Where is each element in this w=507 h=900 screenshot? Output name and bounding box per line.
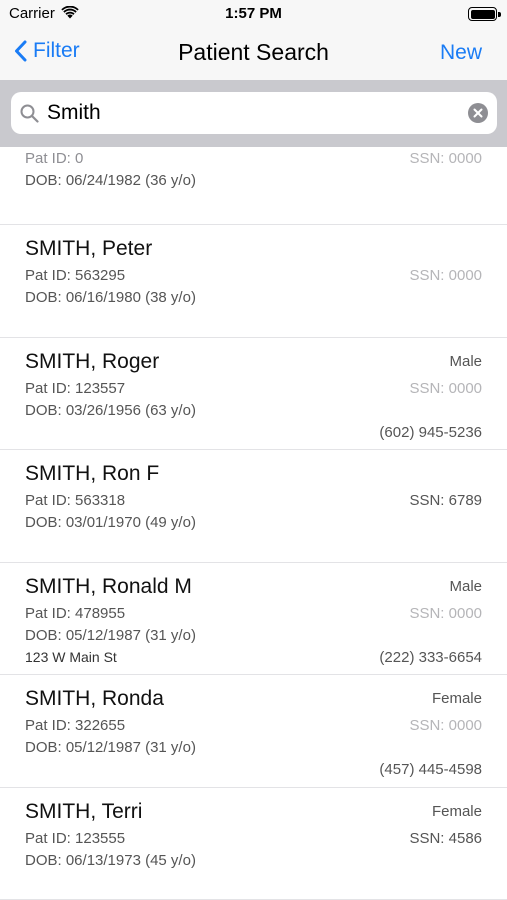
page-title: Patient Search <box>178 39 329 65</box>
patient-id: Pat ID: 563318 <box>25 492 126 509</box>
patient-name: SMITH, Peter <box>25 237 153 260</box>
patient-dob: DOB: 05/12/1987 (31 y/o) <box>25 626 196 644</box>
patient-id: Pat ID: 478955 <box>25 604 126 622</box>
patient-gender: Female <box>431 802 482 820</box>
patient-gender: Male <box>449 352 482 370</box>
patient-name: SMITH, Ron F <box>25 462 160 485</box>
search-field[interactable] <box>11 92 497 134</box>
patient-row[interactable]: SMITH, Terri Pat ID: 123555 DOB: 06/13/197… <box>0 788 507 900</box>
status-time: 1:57 PM <box>225 5 282 22</box>
patient-row[interactable]: SMITH, Ron F Pat ID: 563318 DOB: 03/01/197… <box>0 450 507 563</box>
patient-name: SMITH, Roger <box>25 349 160 373</box>
patient-rows: SMITH, Peter Pat ID: 563295 DOB: 06/16/198… <box>0 225 507 900</box>
patient-address: 123 W Main St <box>25 648 117 665</box>
search-bar <box>0 80 507 147</box>
patient-dob: DOB: 03/26/1956 (63 y/o) <box>25 401 196 419</box>
patient-phone: (457) 445-4598 <box>379 761 482 778</box>
patient-name: SMITH, Ronald M <box>25 574 192 598</box>
clear-search-icon[interactable] <box>468 103 488 123</box>
patient-ssn: SSN: 0000 <box>409 267 482 284</box>
patient-name: SMITH, Ronda <box>25 687 164 710</box>
patient-row[interactable]: SMITH, Ronda Pat ID: 322655 DOB: 05/12/198… <box>0 675 507 788</box>
patient-gender: Female <box>431 690 482 707</box>
status-bar: Carrier 1:57 PM <box>0 0 507 28</box>
patient-ssn: SSN: 0000 <box>409 604 482 622</box>
patient-dob: DOB: 05/12/1987 (31 y/o) <box>25 739 196 756</box>
patient-phone: (222) 333-6654 <box>379 648 482 666</box>
patient-row-partial[interactable]: Pat ID: 0 DOB: 06/24/1982 (36 y/o) SSN: … <box>0 147 507 225</box>
patient-ssn: SSN: 6789 <box>409 492 482 509</box>
patient-id: Pat ID: 123555 <box>25 829 126 847</box>
patient-dob: DOB: 06/16/1980 (38 y/o) <box>25 289 196 306</box>
search-icon <box>20 104 39 123</box>
patient-ssn: SSN: 0000 <box>409 379 482 397</box>
new-patient-button[interactable]: New <box>440 41 482 65</box>
patient-phone: (602) 945-5236 <box>379 423 482 441</box>
patient-dob: DOB: 06/24/1982 (36 y/o) <box>25 172 196 189</box>
patient-dob: DOB: 06/13/1973 (45 y/o) <box>25 851 196 869</box>
patient-ssn: SSN: 0000 <box>409 717 482 734</box>
battery-icon <box>468 7 501 21</box>
patient-row[interactable]: SMITH, Ronald M Pat ID: 478955 DOB: 05/12/… <box>0 563 507 675</box>
patient-results-list: Pat ID: 0 DOB: 06/24/1982 (36 y/o) SSN: … <box>0 147 507 900</box>
navigation-bar: Filter Patient Search New <box>0 28 507 80</box>
patient-id: Pat ID: 322655 <box>25 717 126 734</box>
patient-ssn: SSN: 0000 <box>409 150 482 167</box>
patient-id: Pat ID: 0 <box>25 150 84 167</box>
patient-id: Pat ID: 563295 <box>25 267 126 284</box>
patient-dob: DOB: 03/01/1970 (49 y/o) <box>25 514 196 531</box>
patient-name: SMITH, Terri <box>25 799 143 823</box>
patient-ssn: SSN: 4586 <box>409 829 482 847</box>
patient-row[interactable]: SMITH, Peter Pat ID: 563295 DOB: 06/16/198… <box>0 225 507 338</box>
search-input[interactable] <box>47 92 457 134</box>
patient-id: Pat ID: 123557 <box>25 379 126 397</box>
patient-gender: Male <box>449 577 482 595</box>
patient-row[interactable]: SMITH, Roger Pat ID: 123557 DOB: 03/26/195… <box>0 338 507 450</box>
